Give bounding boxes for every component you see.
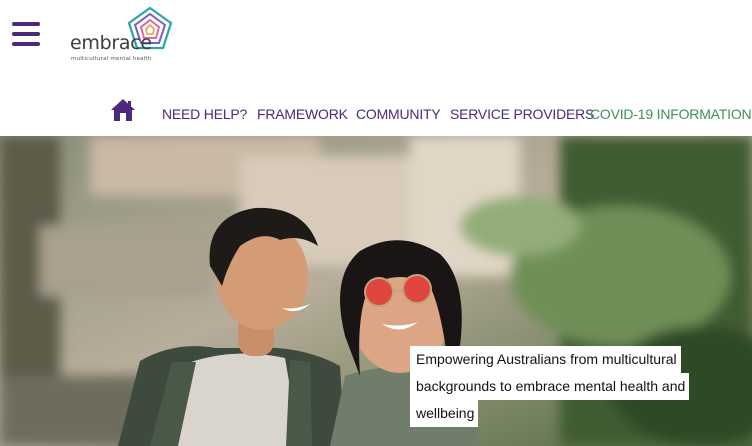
- hero-caption: Empowering Australians from multicultura…: [410, 346, 690, 427]
- menu-bar: [12, 32, 40, 36]
- site-header: embrace multicultural mental health NEED…: [0, 0, 752, 136]
- embrace-logo[interactable]: embrace multicultural mental health: [68, 6, 188, 66]
- home-icon[interactable]: [110, 98, 136, 122]
- menu-bar: [12, 42, 40, 46]
- hamburger-menu-icon[interactable]: [12, 22, 40, 46]
- logo-wordmark: embrace: [70, 32, 152, 54]
- nav-framework[interactable]: FRAMEWORK: [257, 106, 348, 122]
- nav-covid-19-information[interactable]: COVID-19 INFORMATION: [590, 106, 752, 122]
- menu-bar: [12, 22, 40, 26]
- main-navigation: NEED HELP? FRAMEWORK COMMUNITY SERVICE P…: [0, 96, 752, 132]
- nav-service-providers[interactable]: SERVICE PROVIDERS: [450, 106, 594, 122]
- logo-tagline: multicultural mental health: [71, 56, 152, 62]
- hero-caption-line: backgrounds to embrace mental health and: [410, 373, 690, 400]
- hero-caption-line: wellbeing: [410, 400, 479, 427]
- nav-community[interactable]: COMMUNITY: [356, 106, 441, 122]
- nav-need-help[interactable]: NEED HELP?: [162, 106, 247, 122]
- hero-caption-line: Empowering Australians from multicultura…: [410, 346, 681, 373]
